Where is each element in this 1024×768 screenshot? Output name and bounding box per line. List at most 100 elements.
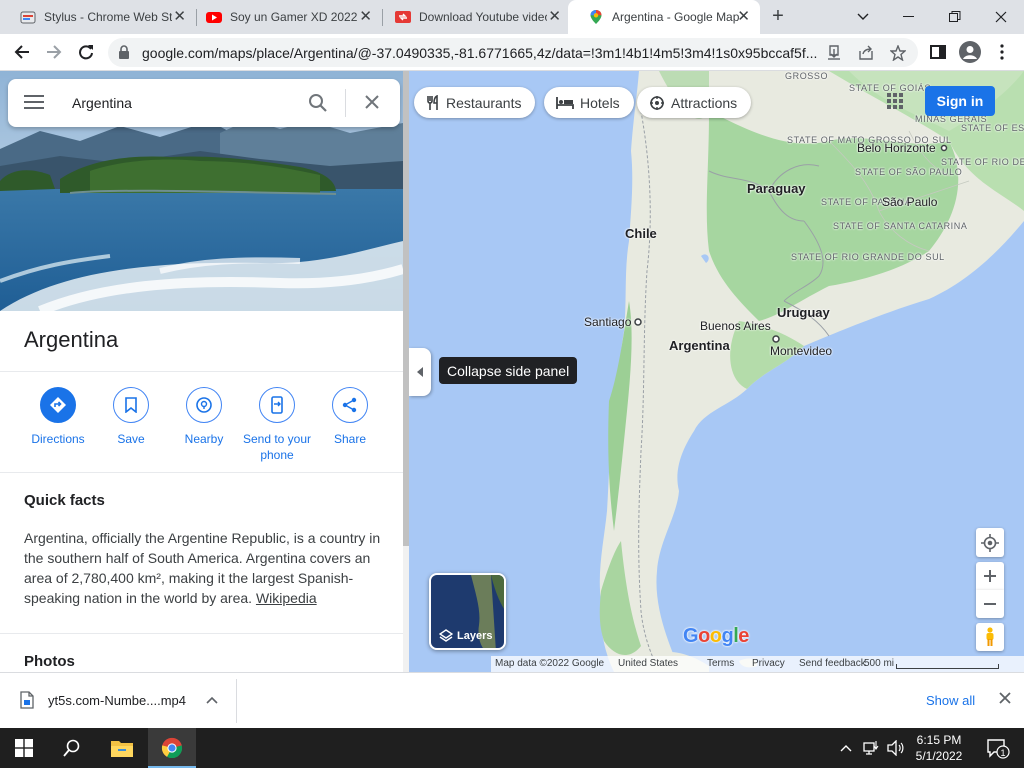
map-label-santiago: Santiago <box>584 315 632 329</box>
share-button[interactable]: Share <box>310 387 390 447</box>
close-tab-icon[interactable]: ✕ <box>173 9 186 24</box>
divider <box>0 472 403 473</box>
search-input[interactable]: Argentina <box>72 95 132 111</box>
install-app-icon[interactable] <box>824 43 844 63</box>
tab-youtube[interactable]: Soy un Gamer XD 2022 ✕ <box>186 0 382 34</box>
restaurants-label: Restaurants <box>446 94 522 111</box>
tab-title: Soy un Gamer XD 2022 <box>230 10 358 24</box>
tab-google-maps[interactable]: Argentina - Google Maps ✕ <box>568 0 760 34</box>
clear-search-icon[interactable] <box>364 94 380 110</box>
side-panel-button[interactable] <box>924 38 952 66</box>
country-link[interactable]: United States <box>618 658 678 669</box>
restore-button[interactable] <box>932 0 978 34</box>
chevron-up-icon <box>840 745 852 752</box>
share-label: Share <box>333 432 367 446</box>
back-button[interactable] <box>8 38 36 66</box>
layers-label-group: Layers <box>439 629 492 643</box>
collapse-side-panel-button[interactable] <box>409 348 431 396</box>
show-all-downloads-button[interactable]: Show all <box>926 693 975 708</box>
bookmark-star-icon[interactable] <box>888 43 908 63</box>
browser-toolbar: google.com/maps/place/Argentina/@-37.049… <box>0 34 1024 71</box>
directions-icon <box>40 387 76 423</box>
action-center-button[interactable]: 1 <box>978 728 1018 768</box>
folder-icon <box>111 741 133 757</box>
send-feedback-link[interactable]: Send feedback <box>799 658 866 669</box>
zoom-in-button[interactable] <box>976 562 1004 590</box>
quick-facts-text: Argentina, officially the Argentine Repu… <box>24 528 384 608</box>
chrome-icon <box>161 737 183 759</box>
chrome-taskbar-button[interactable] <box>148 728 196 768</box>
scale-label[interactable]: 500 mi <box>864 658 894 669</box>
my-location-button[interactable] <box>976 528 1004 557</box>
tab-yt5s[interactable]: Download Youtube videos ✕ <box>375 0 571 34</box>
attractions-label: Attractions <box>671 94 738 111</box>
arrow-right-icon <box>47 45 62 59</box>
download-filename: yt5s.com-Numbe....mp4 <box>48 692 186 708</box>
map-canvas[interactable]: GROSSO STATE OF GOIÁS MINAS GERAIS STATE… <box>409 71 1024 672</box>
tab-search-button[interactable] <box>840 0 886 34</box>
divider <box>0 633 403 634</box>
search-icon[interactable] <box>308 93 328 113</box>
send-to-phone-icon <box>259 387 295 423</box>
close-window-button[interactable] <box>978 0 1024 34</box>
show-hidden-icons-button[interactable] <box>834 728 858 768</box>
side-panel-icon <box>930 45 946 59</box>
attractions-icon <box>649 95 665 111</box>
save-button[interactable]: Save <box>91 387 171 447</box>
side-panel: Argentina Argentina Directions Save Near… <box>0 71 403 672</box>
profile-button[interactable] <box>956 38 984 66</box>
start-button[interactable] <box>0 728 48 768</box>
directions-button[interactable]: Directions <box>18 387 98 447</box>
nearby-button[interactable]: Nearby <box>164 387 244 447</box>
save-label: Save <box>117 432 145 446</box>
terms-link[interactable]: Terms <box>707 658 734 669</box>
send-to-phone-label: Send to your phone <box>242 432 312 462</box>
speaker-icon <box>887 740 904 756</box>
chrome-menu-button[interactable] <box>988 38 1016 66</box>
attractions-chip[interactable]: Attractions <box>637 87 752 118</box>
google-logo: Google <box>683 625 749 647</box>
address-bar[interactable]: google.com/maps/place/Argentina/@-37.049… <box>108 38 918 67</box>
yt5s-icon <box>395 9 411 25</box>
close-tab-icon[interactable]: ✕ <box>548 9 561 24</box>
wikipedia-link[interactable]: Wikipedia <box>256 590 317 606</box>
system-clock[interactable]: 6:15 PM 5/1/2022 <box>910 732 968 764</box>
file-explorer-button[interactable] <box>98 728 146 768</box>
network-button[interactable] <box>860 728 884 768</box>
send-to-phone-button[interactable]: Send to your phone <box>237 387 317 463</box>
search-box[interactable]: Argentina <box>8 79 400 127</box>
close-tab-icon[interactable]: ✕ <box>737 9 750 24</box>
new-tab-button[interactable]: + <box>767 6 789 28</box>
tab-title: Stylus - Chrome Web Store <box>44 10 172 24</box>
directions-label: Directions <box>31 432 85 446</box>
close-tab-icon[interactable]: ✕ <box>359 9 372 24</box>
hotels-chip[interactable]: Hotels <box>544 87 634 118</box>
pegman-button[interactable] <box>976 623 1004 651</box>
forward-button[interactable] <box>40 38 68 66</box>
chevron-up-icon[interactable] <box>206 696 218 704</box>
plus-icon <box>984 570 996 582</box>
menu-icon[interactable] <box>24 94 44 110</box>
privacy-link[interactable]: Privacy <box>752 658 785 669</box>
clock-time: 6:15 PM <box>916 733 962 747</box>
tab-stylus[interactable]: Stylus - Chrome Web Store ✕ <box>0 0 196 34</box>
scale-bar[interactable] <box>896 664 999 669</box>
taskbar-search-button[interactable] <box>48 728 96 768</box>
share-page-icon[interactable] <box>856 43 876 63</box>
google-apps-icon[interactable] <box>887 93 903 109</box>
layers-button[interactable]: Layers <box>429 573 506 650</box>
map-label-buenos-aires: Buenos Aires <box>700 319 771 333</box>
zoom-out-button[interactable] <box>976 590 1004 618</box>
download-item[interactable]: yt5s.com-Numbe....mp4 <box>20 691 218 709</box>
volume-button[interactable] <box>884 728 908 768</box>
reload-button[interactable] <box>72 38 100 66</box>
place-title: Argentina <box>24 327 119 352</box>
share-icon <box>332 387 368 423</box>
minimize-button[interactable] <box>886 0 932 34</box>
restaurants-chip[interactable]: Restaurants <box>414 87 536 118</box>
city-marker-icon <box>772 335 780 343</box>
sign-in-button[interactable]: Sign in <box>925 86 995 116</box>
close-downloads-icon[interactable] <box>998 691 1012 705</box>
bookmark-icon <box>113 387 149 423</box>
network-icon <box>863 741 879 755</box>
